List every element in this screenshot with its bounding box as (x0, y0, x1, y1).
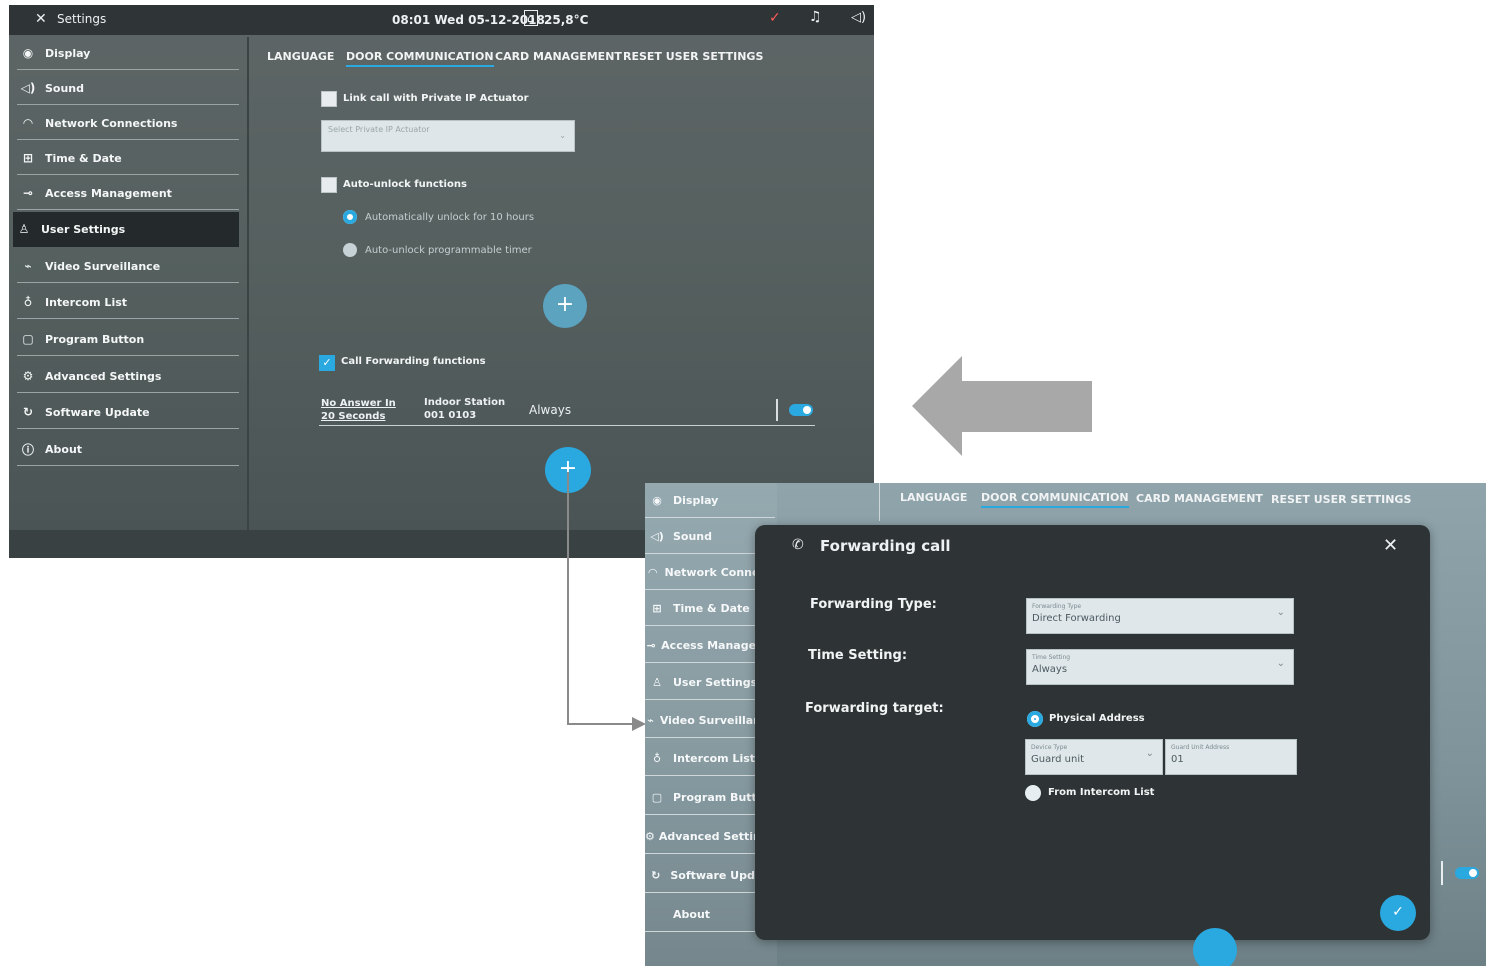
connector-arrowhead (632, 717, 646, 731)
gear-icon: ⚙ (645, 829, 655, 843)
forwarding-type-label: Forwarding Type: (810, 597, 937, 612)
guard-address-caption: Guard Unit Address (1171, 744, 1230, 751)
chevron-down-icon: ⌄ (1276, 658, 1285, 669)
connector-line (567, 472, 632, 725)
sidebar-item-label: User Settings (673, 675, 758, 689)
row-divider (1441, 861, 1443, 885)
tab-card-management[interactable]: CARD MANAGEMENT (1136, 492, 1263, 505)
phone-forward-icon: ✆ (792, 537, 804, 553)
sidebar-item-label: About (673, 907, 711, 921)
big-left-arrow (912, 356, 1092, 456)
key-icon: ⊸ (646, 638, 656, 652)
clock-icon: ⊞ (652, 601, 662, 615)
guard-address-value: 01 (1171, 754, 1184, 765)
speaker-icon: ◁) (650, 529, 664, 543)
from-intercom-list-label: From Intercom List (1048, 787, 1155, 798)
sidebar-item-label: Sound (673, 529, 713, 543)
device-type-select[interactable]: Device Type Guard unit ⌄ (1025, 739, 1163, 775)
sidebar-item-label: Time & Date (673, 601, 750, 615)
square-icon: ▢ (651, 790, 663, 804)
sidebar-divider (879, 483, 880, 521)
tab-language[interactable]: LANGUAGE (900, 491, 967, 504)
radio-from-intercom-list[interactable] (1025, 785, 1041, 801)
confirm-button[interactable]: ✓ (1380, 895, 1416, 931)
forwarding-call-dialog: ✆ Forwarding call ✕ Forwarding Type: For… (755, 525, 1430, 940)
forwarding-type-caption: Forwarding Type (1032, 603, 1082, 610)
chevron-down-icon: ⌄ (1276, 607, 1285, 618)
add-forwarding-button-partial[interactable] (1193, 928, 1237, 966)
guard-unit-address-field[interactable]: Guard Unit Address 01 (1165, 739, 1297, 775)
radio-physical-address[interactable] (1027, 711, 1043, 727)
device-type-value: Guard unit (1031, 754, 1085, 765)
forwarding-type-select[interactable]: Forwarding Type Direct Forwarding ⌄ (1026, 598, 1294, 634)
chevron-down-icon: ⌄ (1145, 748, 1154, 759)
physical-address-label: Physical Address (1049, 713, 1145, 724)
user-icon: ♙ (652, 675, 662, 689)
forwarding-enabled-toggle[interactable] (1455, 867, 1479, 879)
time-setting-label: Time Setting: (808, 648, 908, 663)
forwarding-type-value: Direct Forwarding (1032, 613, 1121, 624)
sidebar-item-label: Intercom List (673, 751, 756, 765)
forwarding-target-label: Forwarding target: (805, 701, 944, 716)
tab-reset-user-settings[interactable]: RESET USER SETTINGS (1271, 493, 1411, 506)
microphone-icon: ♁ (652, 751, 662, 765)
time-setting-caption: Time Setting (1032, 654, 1071, 661)
dialog-title: Forwarding call (820, 537, 951, 555)
wifi-icon: ◠ (648, 565, 657, 579)
camera-icon: ⌁ (647, 713, 654, 727)
refresh-icon: ↻ (651, 868, 661, 882)
time-setting-value: Always (1032, 664, 1068, 675)
time-setting-select[interactable]: Time Setting Always ⌄ (1026, 649, 1294, 685)
sidebar-item-display[interactable]: ◉ Display (645, 483, 775, 518)
eye-icon: ◉ (652, 493, 662, 507)
device-type-caption: Device Type (1031, 744, 1068, 751)
forwarding-dialog-screenshot: ◉ Display ◁) Sound ◠ Network Connecti ⊞ Time… (645, 483, 1486, 966)
tab-door-communication[interactable]: DOOR COMMUNICATION (981, 491, 1129, 508)
sidebar-item-label: Display (673, 493, 719, 507)
close-icon[interactable]: ✕ (1383, 535, 1398, 556)
